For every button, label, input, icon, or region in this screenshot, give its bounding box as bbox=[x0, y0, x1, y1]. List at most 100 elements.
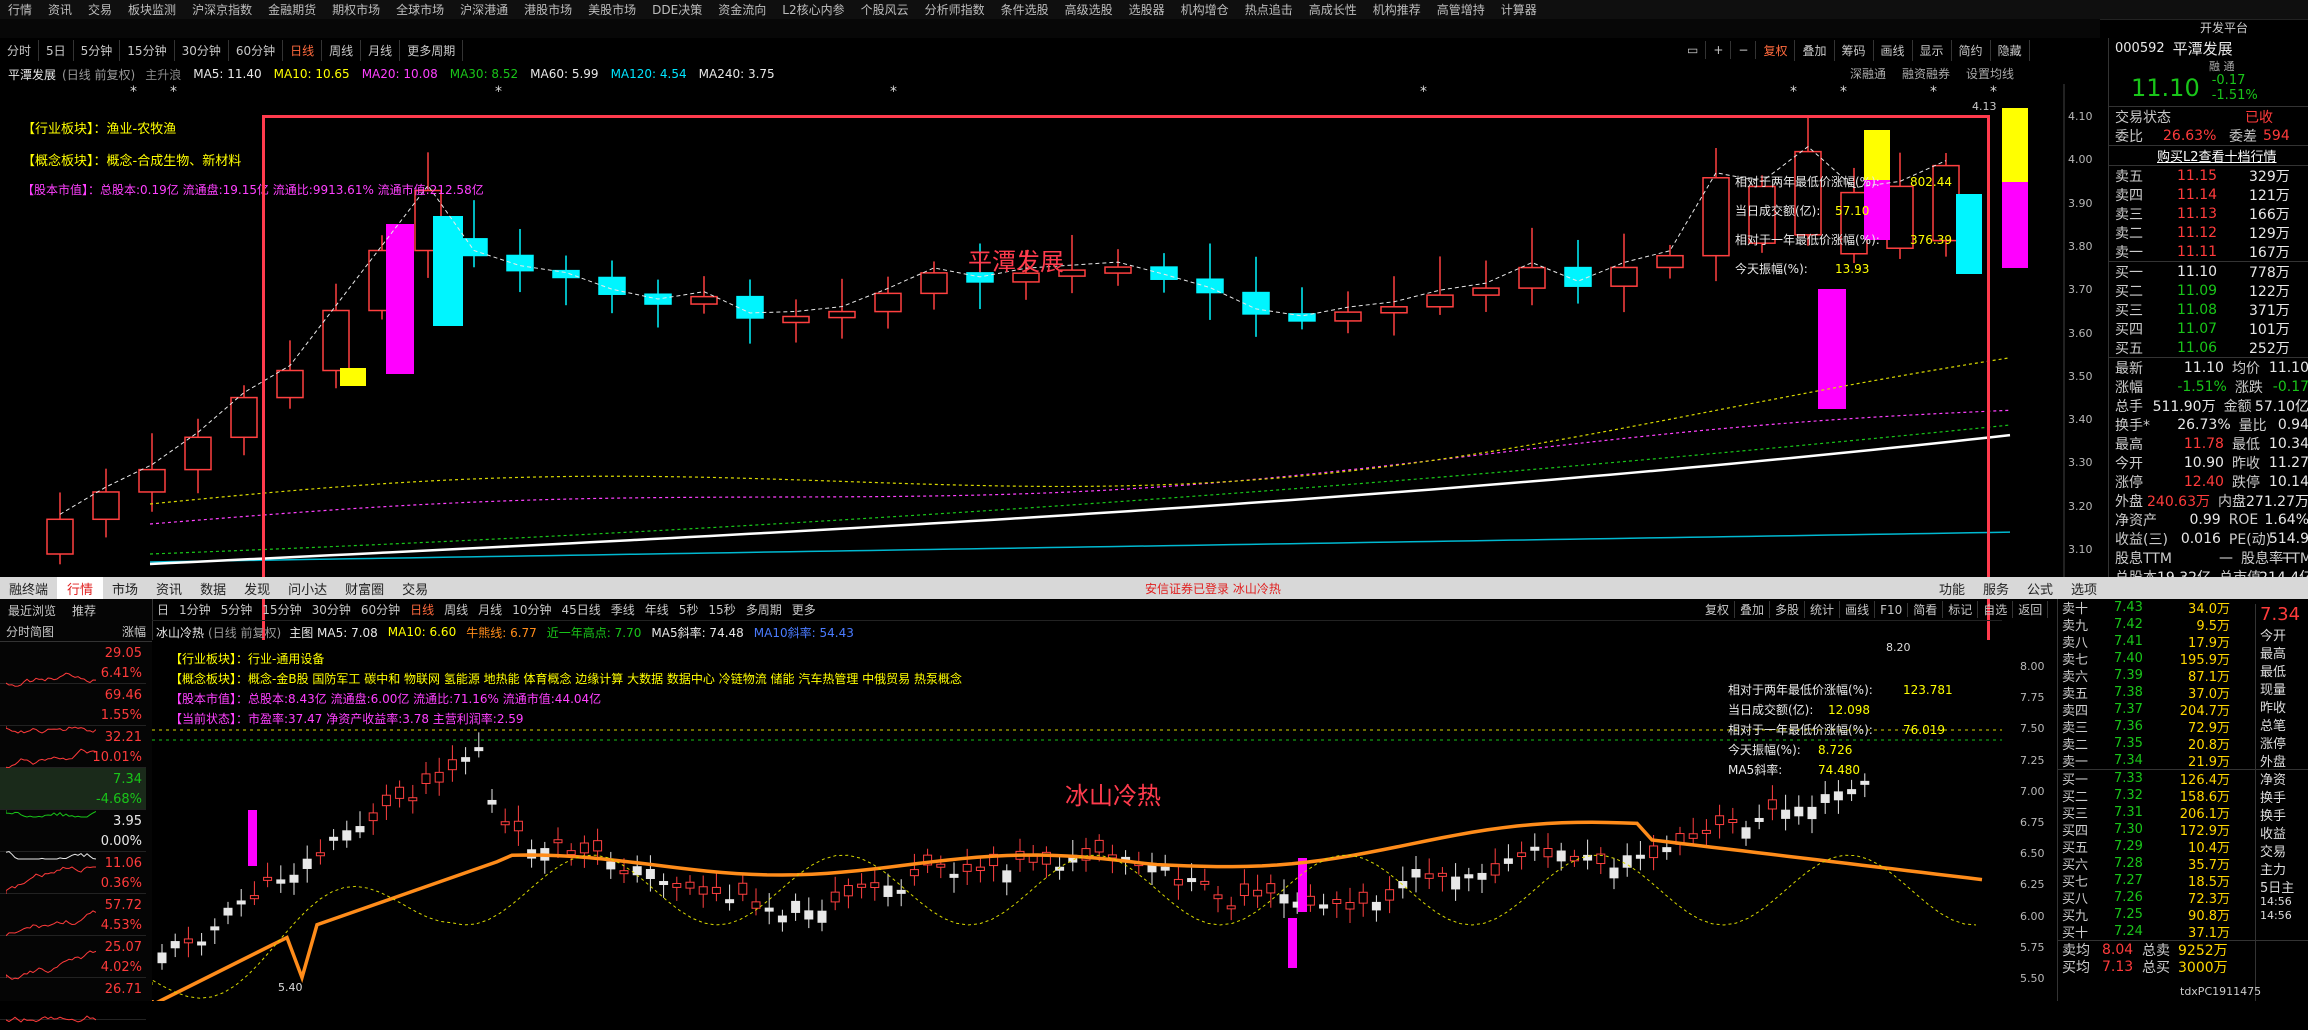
tab-discover[interactable]: 发现 bbox=[235, 579, 279, 598]
menu-item[interactable]: 沪深京指数 bbox=[184, 1, 260, 18]
hide-button[interactable]: 隐藏 bbox=[1991, 39, 2030, 61]
chart2-tool-button[interactable]: 画线 bbox=[1840, 601, 1876, 618]
period2-tab[interactable]: 15秒 bbox=[703, 601, 740, 618]
menu-item[interactable]: 港股市场 bbox=[516, 1, 580, 18]
menu-item[interactable]: 热点追击 bbox=[1237, 1, 1301, 18]
tab-trade[interactable]: 交易 bbox=[393, 579, 437, 598]
chart2-tool-button[interactable]: 简看 bbox=[1908, 601, 1944, 618]
order-book-row[interactable]: 卖二 11.12 129万 bbox=[2109, 223, 2308, 242]
recent-stock-item[interactable]: 11.06 0.36% bbox=[0, 852, 146, 894]
order-book-row[interactable]: 买一 11.10 778万 bbox=[2109, 262, 2308, 281]
menu-item[interactable]: 行情 bbox=[0, 1, 40, 18]
tab-data[interactable]: 数据 bbox=[191, 579, 235, 598]
period-tab[interactable]: 月线 bbox=[361, 39, 401, 61]
period2-tab[interactable]: 周线 bbox=[439, 601, 473, 618]
order-book-row[interactable]: 卖五 11.15 329万 bbox=[2109, 166, 2308, 185]
menu-item[interactable]: 沪深港通 bbox=[452, 1, 516, 18]
menu-item[interactable]: 期权市场 bbox=[324, 1, 388, 18]
recent-stock-item[interactable]: 7.34 -4.68% bbox=[0, 768, 146, 818]
recent-stock-item[interactable]: 69.46 1.55% bbox=[0, 684, 146, 734]
period-tab[interactable]: 5分钟 bbox=[74, 39, 121, 61]
menu-item[interactable]: 高管增持 bbox=[1429, 1, 1493, 18]
recent-stock-item[interactable]: 57.72 4.53% bbox=[0, 894, 146, 937]
menu-item[interactable]: 机构增仓 bbox=[1173, 1, 1237, 18]
dev-platform-link[interactable]: 开发平台 bbox=[2200, 19, 2248, 38]
menu-item[interactable]: 计算器 bbox=[1493, 1, 1545, 18]
menu-item[interactable]: 高成长性 bbox=[1301, 1, 1365, 18]
plus-icon[interactable]: + bbox=[1706, 41, 1732, 59]
order-book-row[interactable]: 买三 11.08 371万 bbox=[2109, 300, 2308, 319]
period-tab[interactable]: 5日 bbox=[39, 39, 74, 61]
chart2-tool-button[interactable]: 复权 bbox=[1700, 601, 1736, 618]
adjust-button[interactable]: 复权 bbox=[1756, 39, 1796, 61]
order-book-row[interactable]: 买二 11.09 122万 bbox=[2109, 281, 2308, 300]
recommend-tab[interactable]: 推荐 bbox=[64, 602, 104, 619]
period2-tab[interactable]: 10分钟 bbox=[507, 601, 556, 618]
order-book-row[interactable]: 买五 11.06 252万 bbox=[2109, 338, 2308, 357]
tab-ask[interactable]: 问小达 bbox=[279, 579, 336, 598]
recent-stock-item[interactable]: 25.07 4.02% bbox=[0, 936, 146, 980]
menu-item[interactable]: 机构推荐 bbox=[1365, 1, 1429, 18]
menu-item[interactable]: 全球市场 bbox=[388, 1, 452, 18]
order-book-row[interactable]: 卖三 11.13 166万 bbox=[2109, 204, 2308, 223]
function-menu[interactable]: 功能 bbox=[1930, 579, 1974, 598]
period-tab-active[interactable]: 日线 bbox=[283, 39, 323, 61]
tab-news[interactable]: 资讯 bbox=[147, 579, 191, 598]
chart2-tool-button[interactable]: F10 bbox=[1875, 602, 1909, 617]
menu-item[interactable]: 交易 bbox=[80, 1, 120, 18]
chart2-tool-button[interactable]: 标记 bbox=[1943, 601, 1979, 618]
menu-item[interactable]: DDE决策 bbox=[644, 1, 710, 18]
ma-settings-link[interactable]: 设置均线 bbox=[1966, 65, 2014, 82]
margin-trading-link[interactable]: 融资融券 bbox=[1902, 65, 1950, 82]
menu-item[interactable]: 资讯 bbox=[40, 1, 80, 18]
overlay-button[interactable]: 叠加 bbox=[1795, 39, 1835, 61]
chart2-tool-button[interactable]: 返回 bbox=[2013, 601, 2049, 618]
tab-terminal[interactable]: 融终端 bbox=[0, 579, 57, 598]
period-tab[interactable]: 15分钟 bbox=[120, 39, 175, 61]
menu-item[interactable]: 金融期货 bbox=[260, 1, 324, 18]
menu-item[interactable]: L2核心内参 bbox=[774, 1, 852, 18]
period2-tab[interactable]: 60分钟 bbox=[356, 601, 405, 618]
chart2-tool-button[interactable]: 叠加 bbox=[1735, 601, 1771, 618]
service-menu[interactable]: 服务 bbox=[1974, 579, 2018, 598]
chart2-tool-button[interactable]: 统计 bbox=[1805, 601, 1841, 618]
period2-tab[interactable]: 日线 bbox=[405, 601, 439, 618]
menu-item[interactable]: 条件选股 bbox=[993, 1, 1057, 18]
minus-icon[interactable]: − bbox=[1731, 41, 1757, 59]
display-button[interactable]: 显示 bbox=[1913, 39, 1952, 61]
period2-tab[interactable]: 15分钟 bbox=[257, 601, 306, 618]
recent-stock-item[interactable]: 26.71 bbox=[0, 978, 146, 1023]
recent-stock-item[interactable]: 29.05 6.41% bbox=[0, 642, 146, 687]
chart2-tool-button[interactable]: 自选 bbox=[1978, 601, 2014, 618]
recent-stock-item[interactable]: 32.21 10.01% bbox=[0, 726, 146, 769]
chart2-tool-button[interactable]: 多股 bbox=[1770, 601, 1806, 618]
period2-tab[interactable]: 多周期 bbox=[741, 601, 787, 618]
period2-tab[interactable]: 1分钟 bbox=[174, 601, 216, 618]
options-menu[interactable]: 选项 bbox=[2062, 579, 2106, 598]
menu-item[interactable]: 资金流向 bbox=[710, 1, 774, 18]
menu-item[interactable]: 分析师指数 bbox=[917, 1, 993, 18]
period2-tab[interactable]: 更多 bbox=[787, 601, 821, 618]
tab-quotes[interactable]: 行情 bbox=[57, 576, 104, 600]
menu-item[interactable]: 选股器 bbox=[1121, 1, 1173, 18]
chips-button[interactable]: 筹码 bbox=[1835, 39, 1874, 61]
period2-tab[interactable]: 30分钟 bbox=[307, 601, 356, 618]
recent-tab[interactable]: 最近浏览 bbox=[0, 602, 64, 619]
menu-item[interactable]: 高级选股 bbox=[1057, 1, 1121, 18]
period-tab[interactable]: 周线 bbox=[322, 39, 362, 61]
period-tab[interactable]: 更多周期 bbox=[400, 39, 464, 61]
recent-stock-item[interactable]: 3.95 0.00% bbox=[0, 810, 146, 860]
menu-item[interactable]: 美股市场 bbox=[580, 1, 644, 18]
period-tab[interactable]: 60分钟 bbox=[229, 39, 284, 61]
order-book-row[interactable]: 买四 11.07 101万 bbox=[2109, 319, 2308, 338]
close-icon[interactable]: ▭ bbox=[1680, 41, 1707, 59]
period2-tab[interactable]: 5秒 bbox=[674, 601, 704, 618]
shen-rong-tong-link[interactable]: 深融通 bbox=[1850, 65, 1886, 82]
period-tab[interactable]: 分时 bbox=[0, 39, 40, 61]
period2-tab[interactable]: 季线 bbox=[606, 601, 640, 618]
tab-market[interactable]: 市场 bbox=[103, 579, 147, 598]
menu-item[interactable]: 板块监测 bbox=[120, 1, 184, 18]
order-book-row[interactable]: 卖四 11.14 121万 bbox=[2109, 185, 2308, 204]
buy-l2-link[interactable]: 购买L2查看十档行情 bbox=[2157, 146, 2277, 165]
order-book-row[interactable]: 卖一 11.11 167万 bbox=[2109, 242, 2308, 261]
